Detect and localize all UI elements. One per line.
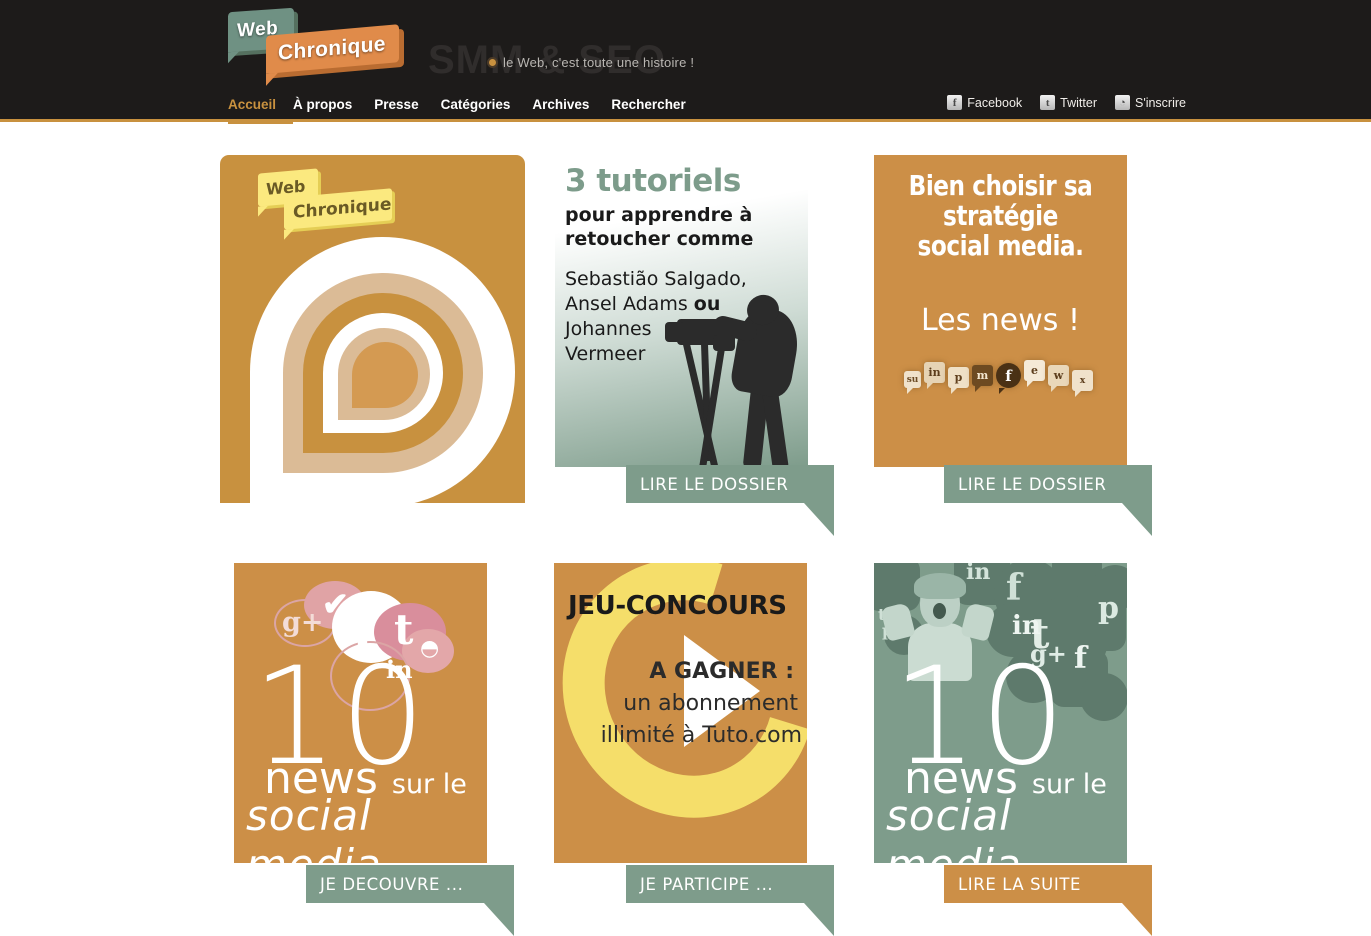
contest-title: JEU-CONCOURS	[568, 591, 787, 621]
strategy-panel: Bien choisir sa stratégie social media. …	[874, 155, 1127, 467]
delicious-icon: x	[1079, 375, 1086, 386]
main-navigation: Accueil À propos Presse Catégories Archi…	[228, 93, 708, 124]
card-tutorials[interactable]: 3 tutoriels pour apprendre à retoucher c…	[555, 155, 808, 467]
nav-item-archives[interactable]: Archives	[532, 93, 611, 121]
nav-item-rechercher[interactable]: Rechercher	[611, 93, 707, 121]
contest-prize-line-1: un abonnement	[623, 691, 798, 716]
tagline-text: le Web, c'est toute une histoire !	[503, 55, 695, 70]
news-orange-panel: g+ ✔ f t ◓ in 10 news sur le social medi…	[234, 563, 487, 863]
facebook-icon: f	[947, 95, 963, 110]
pinterest-icon: p	[954, 371, 963, 384]
stumbleupon-icon: su	[906, 374, 919, 385]
tutorials-subtitle: pour apprendre à retoucher comme	[565, 204, 754, 250]
facebook-label: Facebook	[967, 95, 1023, 110]
header-tagline: le Web, c'est toute une histoire !	[487, 55, 694, 70]
blogger-icon: e	[1031, 364, 1038, 377]
contest-win-label: A GAGNER :	[649, 659, 794, 684]
twitter-icon: t	[1040, 95, 1056, 110]
mini-logo-text-chronique: Chronique	[293, 194, 392, 223]
strategy-title: Bien choisir sa stratégie social media.	[908, 169, 1093, 262]
tutorials-read-button[interactable]: LIRE LE DOSSIER	[626, 465, 834, 536]
tutorials-panel: 3 tutoriels pour apprendre à retoucher c…	[555, 155, 808, 467]
card-strategy[interactable]: Bien choisir sa stratégie social media. …	[874, 155, 1127, 467]
nav-item-accueil[interactable]: Accueil	[228, 93, 294, 124]
nav-item-categories[interactable]: Catégories	[441, 93, 533, 121]
spiral-d-logo-icon	[250, 237, 515, 503]
wordpress-icon: w	[1053, 369, 1064, 382]
rss-icon: ◔	[1114, 95, 1130, 110]
linkedin-icon: in	[1012, 611, 1041, 641]
contest-prize-line-2: illimité à Tuto.com	[600, 723, 802, 748]
news-orange-discover-button[interactable]: JE DECOUVRE ...	[306, 865, 514, 936]
news-green-tagline: social media	[886, 791, 1021, 863]
news-green-read-more-button[interactable]: LIRE LA SUITE	[944, 865, 1152, 936]
subscribe-label: S'inscrire	[1134, 95, 1186, 110]
contest-participate-button[interactable]: JE PARTICIPE ...	[626, 865, 834, 936]
card-brand-logo[interactable]: Web Chronique	[220, 155, 525, 503]
subscribe-link[interactable]: ◔ S'inscrire	[1114, 95, 1186, 110]
site-header: Web Chronique SMM & SEO le Web, c'est to…	[0, 0, 1371, 124]
check-icon: ✔	[322, 585, 349, 623]
brand-panel: Web Chronique	[220, 155, 525, 503]
brand-mini-logo: Web Chronique	[258, 168, 408, 233]
logo-text-chronique: Chronique	[278, 32, 386, 65]
googleplus-icon: g+	[282, 607, 324, 638]
pinterest-icon: p	[1098, 591, 1119, 626]
strategy-social-icon-row: su in p m f e w x	[904, 360, 1099, 397]
nav-item-a-propos[interactable]: À propos	[293, 93, 374, 121]
contest-panel: JEU-CONCOURS A GAGNER : un abonnement il…	[554, 563, 807, 863]
card-news-orange[interactable]: g+ ✔ f t ◓ in 10 news sur le social medi…	[234, 563, 487, 863]
strategy-news-label: Les news !	[920, 303, 1080, 338]
facebook-icon: f	[1005, 366, 1012, 385]
twitter-link[interactable]: t Twitter	[1040, 95, 1097, 110]
news-orange-tagline: social media	[246, 791, 381, 863]
header-social-links: f Facebook t Twitter ◔ S'inscrire	[947, 95, 1186, 110]
tutorials-name-line-3: Vermeer	[565, 343, 646, 365]
strategy-read-button[interactable]: LIRE LE DOSSIER	[944, 465, 1152, 536]
facebook-icon-2: f	[1074, 641, 1087, 676]
tutorials-name-line-2b: Johannes	[565, 318, 652, 340]
nav-item-presse[interactable]: Presse	[374, 93, 440, 121]
news-green-panel: f t p in g+ f in t p 10 news sur le soci…	[874, 563, 1127, 863]
card-news-green[interactable]: f t p in g+ f in t p 10 news sur le soci…	[874, 563, 1127, 863]
twitter-label: Twitter	[1060, 95, 1097, 110]
site-logo[interactable]: Web Chronique	[220, 4, 420, 86]
facebook-icon: f	[1006, 567, 1022, 609]
photographer-silhouette-icon	[651, 275, 808, 467]
facebook-link[interactable]: f Facebook	[947, 95, 1022, 110]
tutorials-title: 3 tutoriels	[565, 163, 741, 199]
bullet-dot-icon	[487, 57, 498, 68]
card-contest[interactable]: JEU-CONCOURS A GAGNER : un abonnement il…	[554, 563, 807, 863]
myspace-icon: m	[976, 369, 989, 382]
linkedin-icon: in	[928, 366, 941, 379]
main-content: Web Chronique 3 tutoriels pour apprendre…	[0, 125, 1371, 936]
